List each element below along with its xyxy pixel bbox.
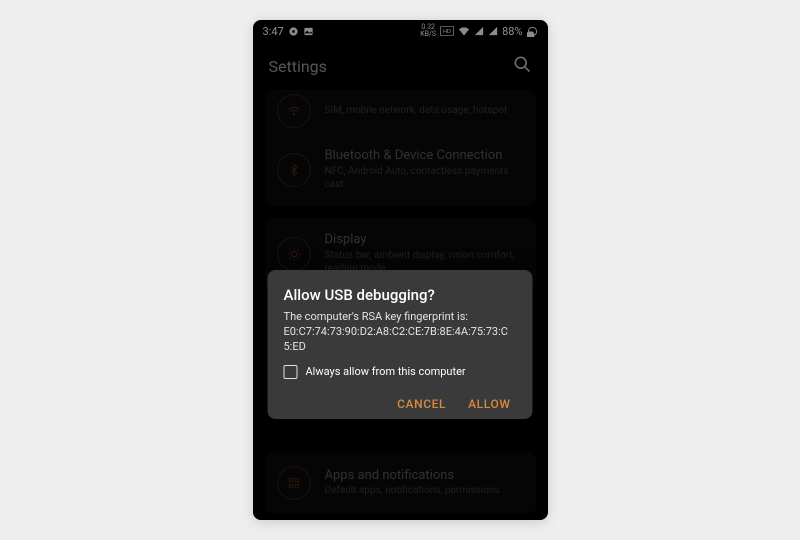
notification-dot-icon	[288, 26, 299, 37]
wifi-icon	[458, 25, 470, 37]
row-bt-title: Bluetooth & Device Connection	[325, 148, 524, 165]
signal-icon-1	[474, 26, 484, 36]
svg-text:HD: HD	[443, 29, 451, 35]
row-display-title: Display	[325, 232, 524, 249]
row-apps-sub: Default apps, notifications, permissions	[325, 484, 524, 498]
search-button[interactable]	[512, 54, 532, 78]
row-wifi-sub: SIM, mobile network, data usage, hotspot	[325, 104, 524, 118]
row-bt-sub: NFC, Android Auto, contactless payments …	[325, 165, 524, 192]
battery-icon	[527, 26, 538, 37]
dialog-checkbox-row[interactable]: Always allow from this computer	[284, 365, 517, 379]
apps-icon	[277, 466, 311, 500]
dialog-actions: CANCEL ALLOW	[284, 397, 517, 411]
card-connectivity: SIM, mobile network, data usage, hotspot…	[265, 90, 536, 206]
cancel-button[interactable]: CANCEL	[397, 397, 446, 411]
phone-frame: 3:47 0.32 KB/S HD	[253, 20, 548, 520]
row-apps[interactable]: Apps and notifications Default apps, not…	[265, 456, 536, 510]
row-wifi-network[interactable]: SIM, mobile network, data usage, hotspot	[265, 94, 536, 138]
brightness-icon	[277, 237, 311, 271]
battery-text: 88%	[502, 25, 522, 38]
page-title: Settings	[269, 57, 327, 76]
app-bar: Settings	[253, 42, 548, 90]
allow-button[interactable]: ALLOW	[468, 397, 510, 411]
hd-icon: HD	[440, 26, 454, 36]
card-apps: Apps and notifications Default apps, not…	[265, 452, 536, 514]
image-icon	[303, 26, 314, 37]
dialog-message: The computer's RSA key fingerprint is: E…	[284, 310, 517, 355]
row-bluetooth[interactable]: Bluetooth & Device Connection NFC, Andro…	[265, 138, 536, 202]
data-speed-indicator: 0.32 KB/S	[420, 24, 436, 38]
checkbox-icon[interactable]	[284, 365, 298, 379]
row-apps-title: Apps and notifications	[325, 468, 524, 485]
status-time: 3:47	[263, 25, 284, 38]
signal-icon-2	[488, 26, 498, 36]
dialog-checkbox-label: Always allow from this computer	[306, 365, 466, 378]
status-bar: 3:47 0.32 KB/S HD	[253, 20, 548, 42]
usb-debug-dialog: Allow USB debugging? The computer's RSA …	[268, 270, 533, 419]
dialog-title: Allow USB debugging?	[284, 286, 517, 304]
bluetooth-icon	[277, 153, 311, 187]
wifi-row-icon	[277, 94, 311, 128]
